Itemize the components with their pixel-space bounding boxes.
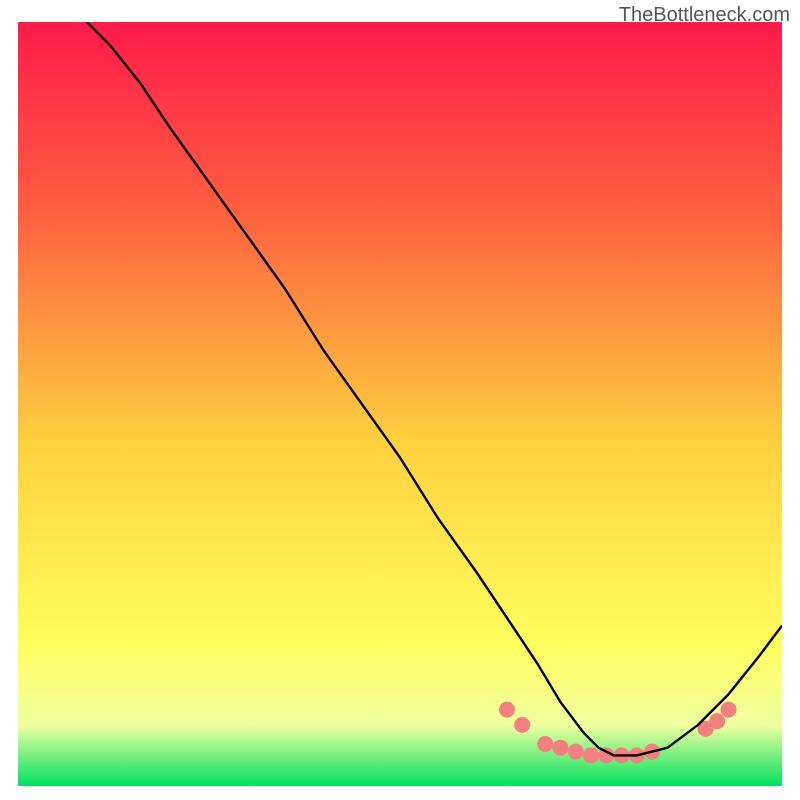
chart-svg xyxy=(18,22,782,786)
marker-dot xyxy=(552,740,568,756)
marker-dot xyxy=(721,702,737,718)
chart-canvas xyxy=(18,22,782,786)
marker-dot xyxy=(537,736,553,752)
gradient-background xyxy=(18,22,782,786)
watermark-label: TheBottleneck.com xyxy=(619,4,790,27)
marker-dot xyxy=(499,702,515,718)
marker-dot xyxy=(568,744,584,760)
marker-dot xyxy=(583,747,599,763)
marker-dot xyxy=(709,713,725,729)
marker-dot xyxy=(514,717,530,733)
